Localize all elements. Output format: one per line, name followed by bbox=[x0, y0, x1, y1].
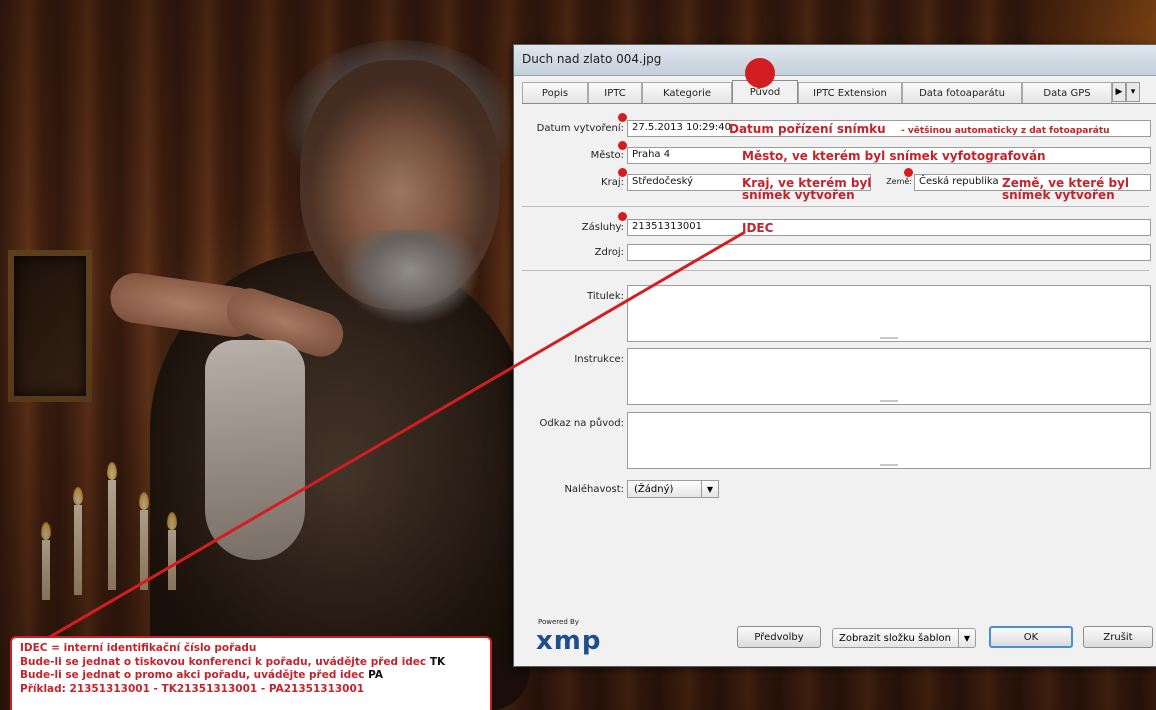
tab-kategorie[interactable]: Kategorie bbox=[642, 82, 732, 104]
titulek-textarea[interactable] bbox=[627, 285, 1151, 342]
tab-iptc-extension[interactable]: IPTC Extension bbox=[798, 82, 902, 104]
note-line-2: Bude-li se jednat o tiskovou konferenci … bbox=[20, 655, 427, 668]
dialog-titlebar[interactable]: Duch nad zlato 004.jpg bbox=[514, 45, 1156, 76]
nalehavost-label: Naléhavost: bbox=[564, 484, 624, 495]
annotation-marker-zasluhy bbox=[618, 212, 627, 221]
dialog-title: Duch nad zlato 004.jpg bbox=[522, 52, 662, 66]
chevron-down-icon: ▼ bbox=[958, 629, 975, 647]
sablona-folder-label: Zobrazit složku šablon bbox=[839, 632, 951, 644]
chevron-down-icon: ▼ bbox=[701, 481, 718, 497]
datum-value: 27.5.2013 10:29:40 bbox=[632, 122, 731, 133]
nalehavost-value: (Žádný) bbox=[634, 483, 674, 495]
note-line-3: Bude-li se jednat o promo akci pořadu, u… bbox=[20, 669, 365, 681]
zeme-label: Země: bbox=[886, 177, 912, 186]
tab-divider bbox=[522, 103, 1156, 104]
annotation-datum: Datum pořízení snímku bbox=[729, 122, 886, 136]
section-divider bbox=[522, 206, 1149, 207]
nalehavost-select[interactable]: (Žádný) ▼ bbox=[627, 480, 719, 498]
zdroj-label: Zdroj: bbox=[594, 247, 624, 258]
resize-grip[interactable] bbox=[880, 400, 898, 402]
sablona-folder-select[interactable]: Zobrazit složku šablon ▼ bbox=[832, 628, 976, 648]
tab-bar: Popis IPTC Kategorie Původ IPTC Extensio… bbox=[522, 80, 1156, 104]
predvolby-button[interactable]: Předvolby bbox=[737, 626, 821, 648]
xmp-logo: xmp bbox=[536, 626, 602, 656]
note-line-4: Příklad: 21351313001 - TK21351313001 - P… bbox=[20, 682, 365, 695]
titulek-label: Titulek: bbox=[587, 291, 624, 302]
instrukce-label: Instrukce: bbox=[574, 354, 624, 365]
tab-popis[interactable]: Popis bbox=[522, 82, 588, 104]
odkaz-textarea[interactable] bbox=[627, 412, 1151, 469]
annotation-datum-sub: - většinou automaticky z dat fotoaparátu bbox=[901, 126, 1110, 136]
tab-iptc[interactable]: IPTC bbox=[588, 82, 642, 104]
annotation-marker-zeme bbox=[904, 168, 913, 177]
powered-by-text: Powered By bbox=[538, 618, 579, 626]
mesto-value: Praha 4 bbox=[632, 149, 671, 160]
tab-data-gps[interactable]: Data GPS bbox=[1022, 82, 1112, 104]
ok-button[interactable]: OK bbox=[989, 626, 1073, 648]
annotation-mesto: Město, ve kterém byl snímek vyfotografov… bbox=[742, 149, 1046, 163]
zasluhy-label: Zásluhy: bbox=[581, 222, 624, 233]
zeme-value: Česká republika bbox=[919, 176, 999, 187]
zrusit-button[interactable]: Zrušit bbox=[1083, 626, 1153, 648]
file-info-dialog: Duch nad zlato 004.jpg Popis IPTC Katego… bbox=[513, 44, 1156, 667]
tab-data-fotoaparatu[interactable]: Data fotoaparátu bbox=[902, 82, 1022, 104]
annotation-marker-datum bbox=[618, 113, 627, 122]
zasluhy-field[interactable]: 21351313001 bbox=[627, 219, 1151, 236]
instrukce-textarea[interactable] bbox=[627, 348, 1151, 405]
zdroj-field[interactable] bbox=[627, 244, 1151, 261]
annotation-marker-mesto bbox=[618, 141, 627, 150]
datum-label: Datum vytvoření: bbox=[536, 123, 624, 134]
tab-scroll-right-icon[interactable]: ▶ bbox=[1112, 82, 1126, 102]
annotation-marker-tab bbox=[745, 58, 775, 88]
annotation-kraj-2: snímek vytvořen bbox=[742, 188, 855, 202]
resize-grip[interactable] bbox=[880, 464, 898, 466]
note-line-3-row: Bude-li se jednat o promo akci pořadu, u… bbox=[20, 669, 482, 683]
note-line-2-row: Bude-li se jednat o tiskovou konferenci … bbox=[20, 656, 482, 670]
note-line-3-suffix: PA bbox=[368, 669, 383, 681]
annotation-idec: IDEC bbox=[742, 221, 774, 235]
zasluhy-value: 21351313001 bbox=[632, 221, 702, 232]
mesto-label: Město: bbox=[590, 150, 624, 161]
odkaz-label: Odkaz na původ: bbox=[539, 418, 624, 429]
tab-menu-icon[interactable]: ▾ bbox=[1126, 82, 1140, 102]
note-line-2-suffix: TK bbox=[429, 655, 446, 668]
kraj-value: Středočeský bbox=[632, 176, 693, 187]
idec-note-box: IDEC = interní identifikační číslo pořad… bbox=[10, 636, 492, 710]
kraj-label: Kraj: bbox=[601, 177, 624, 188]
section-divider bbox=[522, 270, 1149, 271]
resize-grip[interactable] bbox=[880, 337, 898, 339]
note-line-1: IDEC = interní identifikační číslo pořad… bbox=[20, 642, 257, 654]
annotation-marker-kraj bbox=[618, 168, 627, 177]
annotation-zeme-2: snímek vytvořen bbox=[1002, 188, 1115, 202]
